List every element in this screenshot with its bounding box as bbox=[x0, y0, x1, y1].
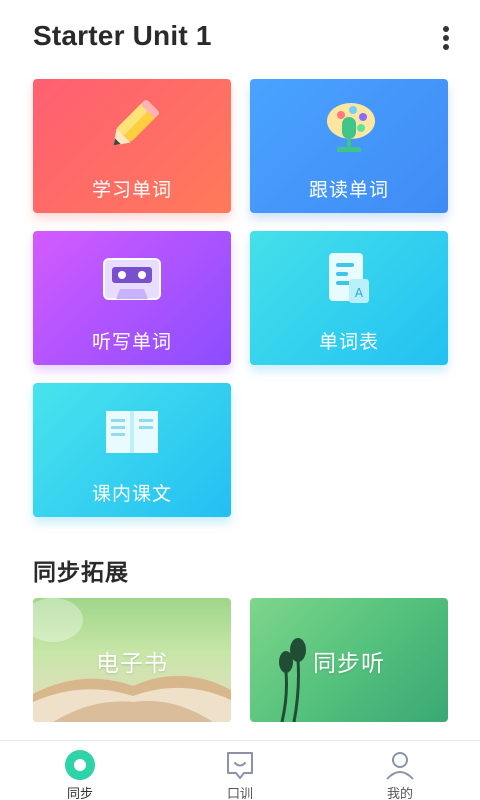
open-book-icon bbox=[106, 411, 158, 453]
card-label: 学习单词 bbox=[91, 179, 172, 201]
cassette-icon bbox=[103, 258, 161, 300]
tab-label: 口训 bbox=[226, 787, 253, 800]
more-options-button[interactable] bbox=[430, 24, 460, 54]
palette-microphone-icon bbox=[327, 103, 375, 152]
card-label: 单词表 bbox=[318, 331, 379, 353]
card-label: 课内课文 bbox=[91, 483, 172, 505]
ebook-card[interactable]: 电子书 bbox=[33, 598, 231, 722]
card-label: 跟读单词 bbox=[308, 179, 389, 201]
tab-label: 同步 bbox=[66, 787, 93, 800]
card-learn-words[interactable]: 学习单词 bbox=[33, 79, 231, 213]
section-title: 同步拓展 bbox=[33, 560, 129, 586]
circle-dot-icon bbox=[65, 750, 95, 780]
pencil-icon bbox=[113, 99, 160, 146]
card-textbook-texts[interactable]: 课内课文 bbox=[33, 383, 231, 517]
header: Starter Unit 1 bbox=[0, 0, 480, 76]
tab-label: 我的 bbox=[386, 787, 413, 800]
card-label: 听写单词 bbox=[91, 331, 172, 353]
more-vertical-icon bbox=[443, 26, 449, 32]
page-title: Starter Unit 1 bbox=[33, 20, 212, 51]
ebook-label: 电子书 bbox=[96, 651, 168, 677]
document-icon: A bbox=[329, 253, 369, 303]
sync-listen-card[interactable]: 同步听 bbox=[250, 598, 448, 722]
bottom-tab-bar: 同步 口训 我的 bbox=[0, 740, 480, 800]
tab-oral-training[interactable]: 口训 bbox=[160, 741, 320, 800]
card-dictation-words[interactable]: 听写单词 bbox=[33, 231, 231, 365]
svg-text:A: A bbox=[355, 286, 364, 300]
card-read-along-words[interactable]: 跟读单词 bbox=[250, 79, 448, 213]
card-word-list[interactable]: A 单词表 bbox=[250, 231, 448, 365]
sync-listen-label: 同步听 bbox=[313, 651, 385, 677]
tab-mine[interactable]: 我的 bbox=[320, 741, 480, 800]
speech-box-icon bbox=[227, 752, 253, 779]
tab-sync[interactable]: 同步 bbox=[0, 741, 160, 800]
user-icon bbox=[386, 752, 414, 780]
